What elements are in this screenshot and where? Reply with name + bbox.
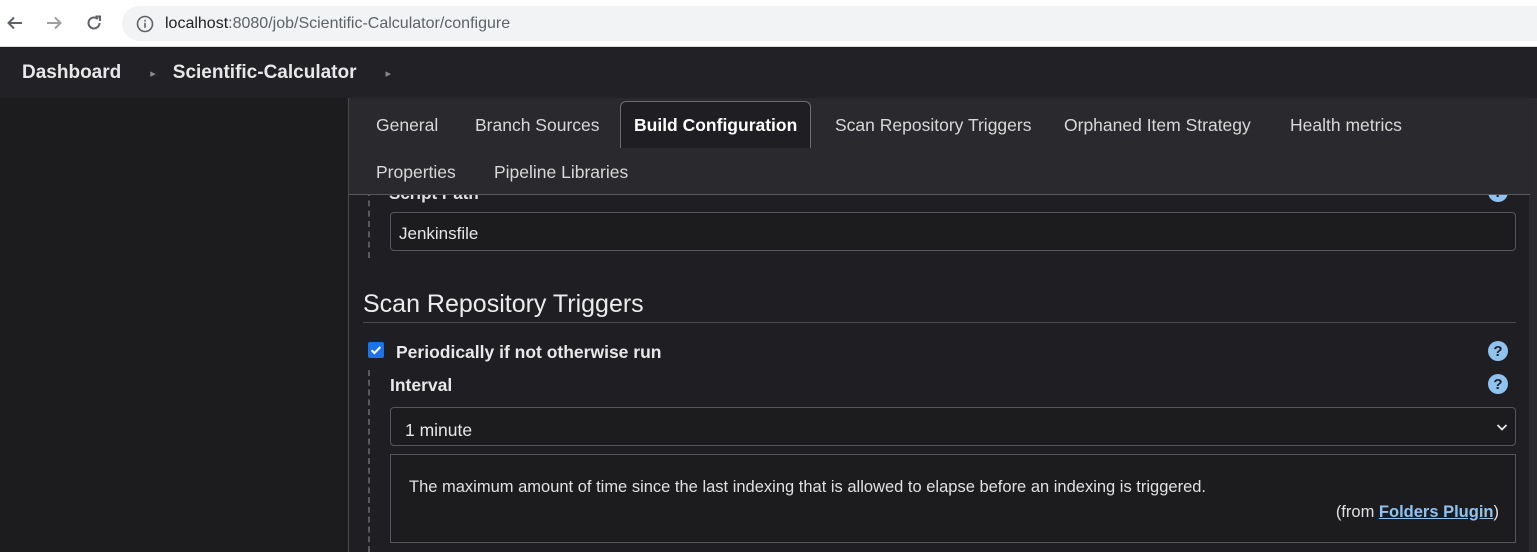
periodic-checkbox[interactable] — [368, 342, 384, 358]
interval-select[interactable]: 1 minute — [390, 407, 1516, 446]
url-path: :8080/job/Scientific-Calculator/configur… — [228, 14, 511, 32]
question-circle-icon[interactable]: ? — [1488, 341, 1508, 361]
info-circle-icon[interactable] — [136, 15, 154, 33]
breadcrumb: Dashboard ▸ Scientific-Calculator ▸ — [0, 48, 1537, 98]
arrow-left-icon — [7, 16, 22, 30]
tab-bar: General Branch Sources Build Configurati… — [349, 98, 1530, 195]
periodic-checkbox-label[interactable]: Periodically if not otherwise run — [396, 342, 661, 363]
folders-plugin-link[interactable]: Folders Plugin — [1379, 503, 1494, 521]
url-text: localhost:8080/job/Scientific-Calculator… — [165, 15, 510, 33]
breadcrumb-dashboard[interactable]: Dashboard — [22, 62, 121, 84]
reload-button[interactable] — [82, 11, 106, 35]
help-from-prefix: (from — [1335, 503, 1379, 521]
chevron-down-icon — [1496, 424, 1508, 431]
breadcrumb-job[interactable]: Scientific-Calculator — [173, 62, 357, 84]
section-divider — [363, 322, 1516, 323]
tab-orphaned-item-strategy[interactable]: Orphaned Item Strategy — [1064, 115, 1251, 136]
interval-select-value: 1 minute — [405, 420, 473, 440]
nesting-guide — [368, 370, 370, 552]
browser-toolbar: localhost:8080/job/Scientific-Calculator… — [0, 0, 1537, 47]
config-form: General Branch Sources Build Configurati… — [348, 98, 1537, 552]
tab-properties[interactable]: Properties — [376, 162, 456, 183]
reload-icon — [87, 15, 101, 30]
checkmark-icon — [370, 346, 382, 355]
tab-build-configuration[interactable]: Build Configuration — [620, 101, 812, 148]
help-from-suffix: ) — [1493, 503, 1500, 521]
interval-label: Interval — [390, 375, 453, 395]
question-circle-icon[interactable]: ? — [1488, 374, 1508, 394]
interval-help-box: The maximum amount of time since the las… — [390, 454, 1516, 543]
tab-branch-sources[interactable]: Branch Sources — [475, 115, 600, 136]
section-title-scan-triggers: Scan Repository Triggers — [363, 290, 644, 318]
address-bar[interactable]: localhost:8080/job/Scientific-Calculator… — [122, 6, 1537, 41]
tab-pipeline-libraries[interactable]: Pipeline Libraries — [494, 162, 628, 183]
arrow-right-icon — [47, 16, 62, 30]
sidebar — [0, 98, 348, 552]
tab-general[interactable]: General — [376, 115, 438, 136]
nesting-guide — [368, 190, 370, 258]
url-host: localhost — [165, 14, 229, 32]
help-source: (from Folders Plugin) — [1336, 503, 1499, 522]
scrollbar[interactable] — [1529, 98, 1537, 552]
caret-right-icon[interactable]: ▸ — [150, 67, 156, 80]
tab-scan-repository-triggers[interactable]: Scan Repository Triggers — [835, 115, 1031, 136]
script-path-input[interactable]: Jenkinsfile — [390, 212, 1516, 251]
tab-health-metrics[interactable]: Health metrics — [1290, 115, 1402, 136]
caret-right-icon[interactable]: ▸ — [386, 67, 392, 80]
help-text: The maximum amount of time since the las… — [409, 478, 1207, 496]
forward-button[interactable] — [42, 11, 66, 35]
back-button[interactable] — [3, 11, 27, 35]
